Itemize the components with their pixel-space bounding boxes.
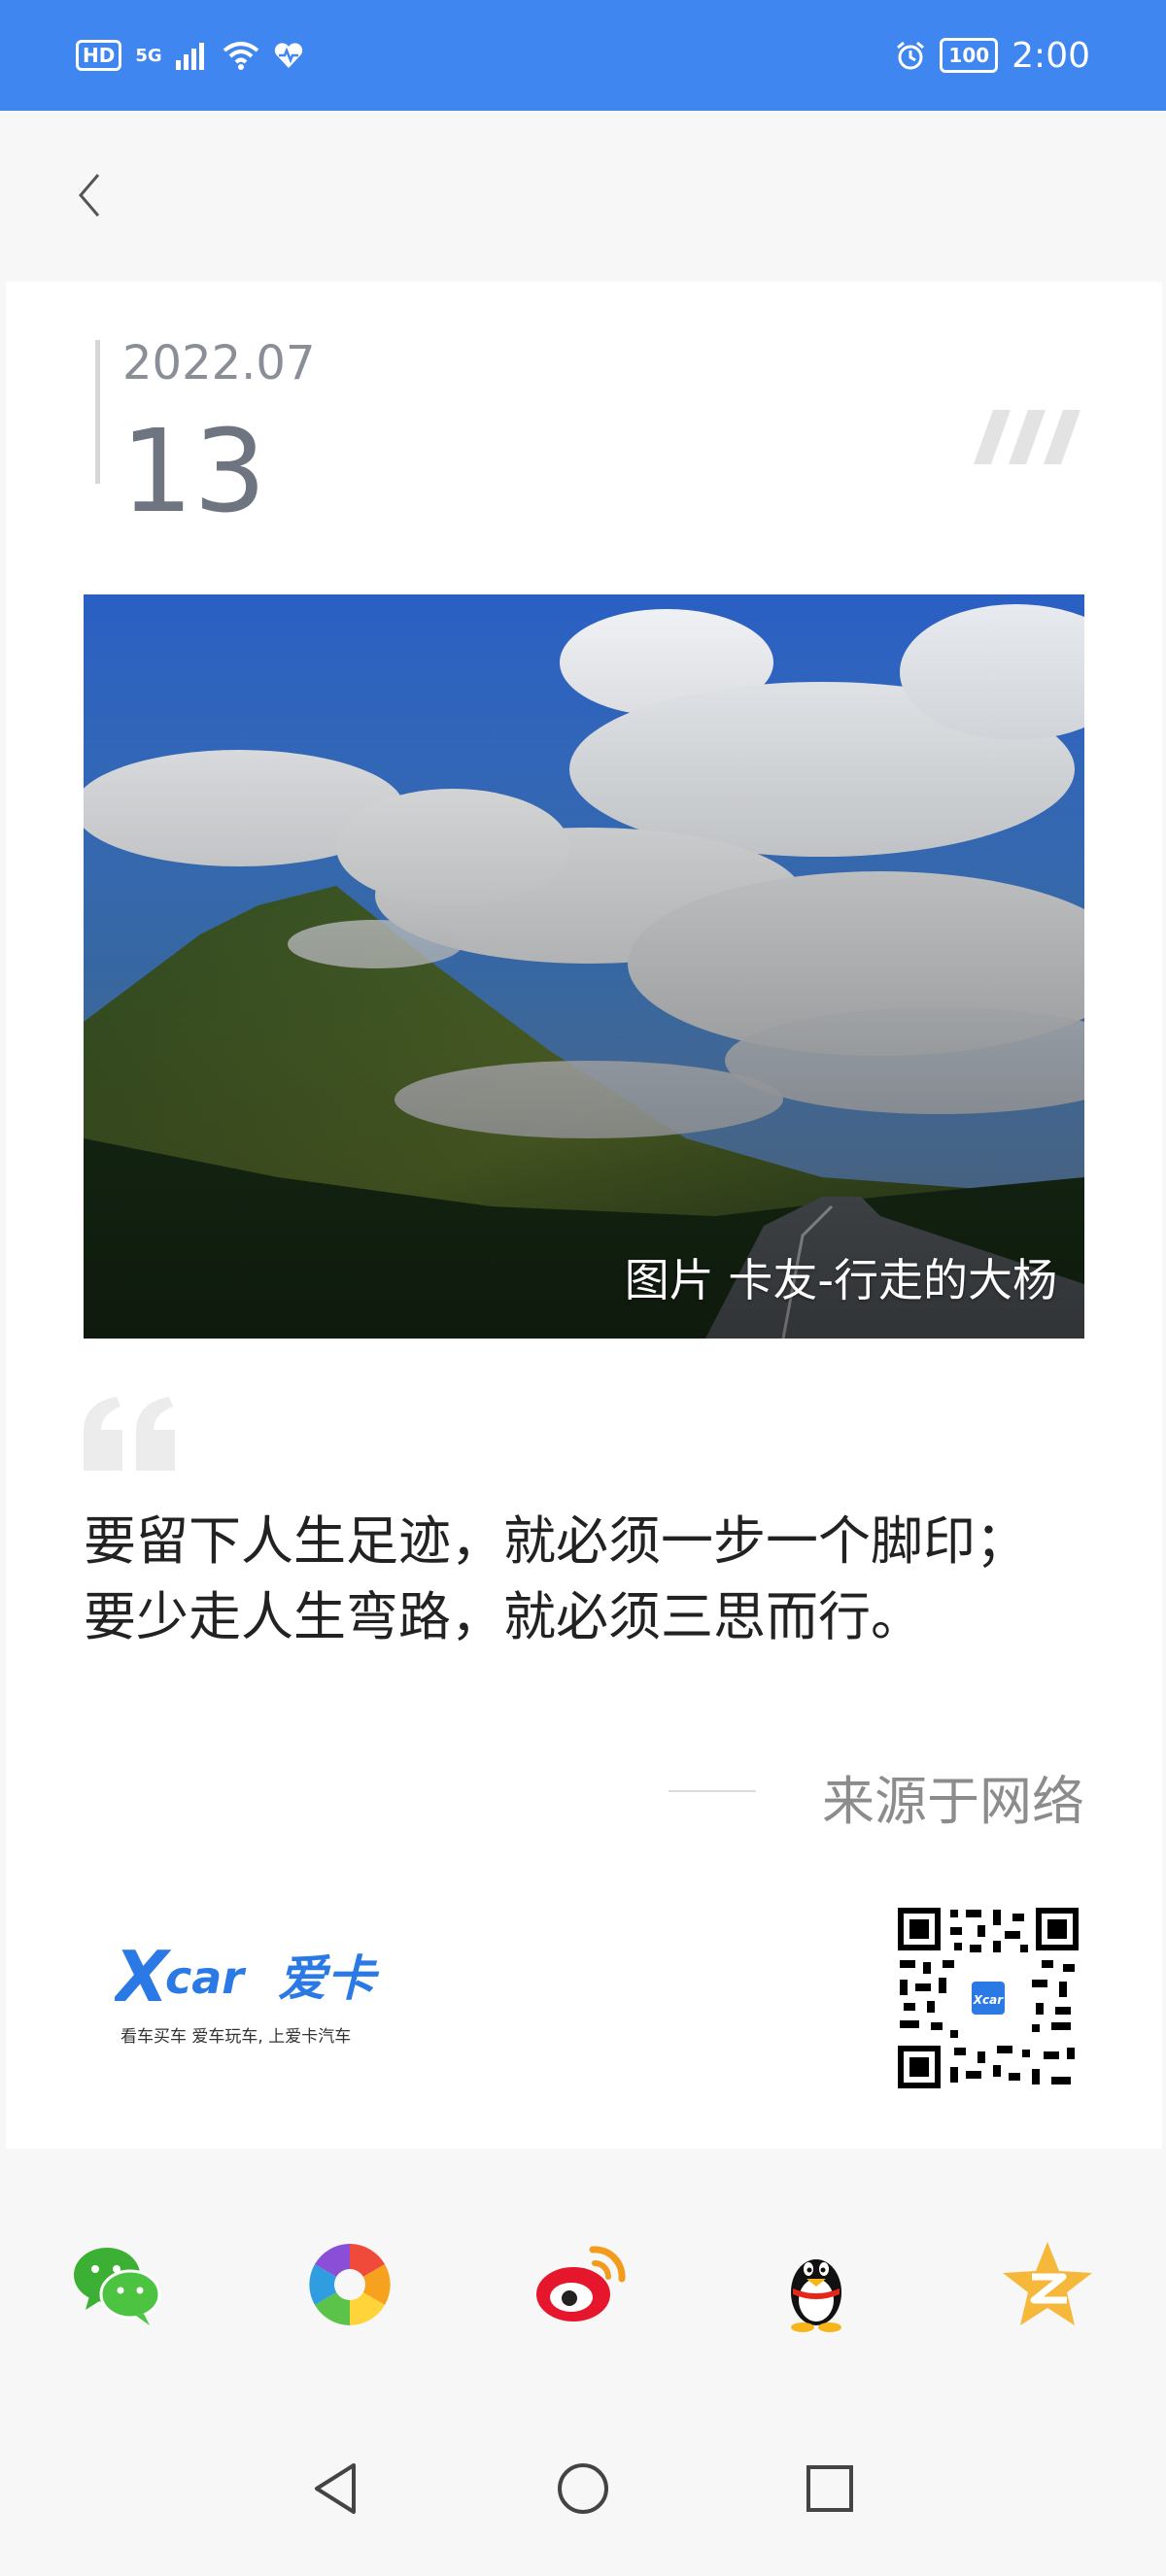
wechat-icon [74, 2248, 161, 2325]
mountain-road-image [84, 594, 1084, 1339]
photo-caption: 图片 卡友-行走的大杨 [624, 1254, 1057, 1306]
quote-mark-icon [84, 1397, 175, 1471]
date-year-month: 2022.07 [122, 336, 316, 390]
svg-text:car: car [165, 1951, 247, 2004]
chevron-left-icon [79, 174, 100, 217]
slash-decoration-icon [974, 410, 1080, 464]
wifi-icon [223, 42, 258, 70]
nav-recents-button[interactable] [791, 2450, 869, 2527]
clock: 2:00 [1012, 35, 1090, 76]
scenery-photo: 图片 卡友-行走的大杨 [84, 594, 1084, 1339]
nav-back-button[interactable] [297, 2450, 375, 2527]
alarm-icon [897, 41, 925, 70]
logo-tagline: 看车买车 爱车玩车, 上爱卡汽车 [120, 2027, 352, 2047]
svg-text:爱卡: 爱卡 [278, 1950, 380, 2007]
battery-icon: 100 [940, 38, 999, 73]
weibo-icon [536, 2246, 626, 2322]
share-bar [0, 2149, 1166, 2401]
qzone-share-button[interactable] [999, 2236, 1096, 2333]
xcar-logo: X car 爱卡 看车买车 爱车玩车, 上爱卡汽车 [111, 1933, 396, 2059]
health-icon [274, 43, 302, 68]
weibo-share-button[interactable] [532, 2236, 630, 2333]
moments-share-button[interactable] [301, 2236, 398, 2333]
status-right: 100 2:00 [895, 36, 1090, 76]
system-nav-bar [0, 2401, 1166, 2576]
qr-code: Xcar [896, 1906, 1080, 2090]
circle-home-icon [558, 2463, 608, 2514]
moments-icon [309, 2244, 391, 2325]
daily-quote-card: 2022.07 13 图片 卡友-行走的大杨 要留下人生足迹，就必须一步一个脚印… [6, 282, 1162, 2149]
quote-source: 来源于网络 [822, 1771, 1084, 1832]
back-button[interactable] [60, 163, 119, 227]
wechat-share-button[interactable] [68, 2236, 165, 2333]
date-day: 13 [120, 404, 267, 538]
header [0, 111, 1166, 280]
triangle-back-icon [315, 2463, 356, 2514]
hd-indicator: HD [76, 40, 122, 71]
date-divider [95, 340, 100, 484]
status-left: HD 5G [76, 40, 304, 71]
svg-text:X: X [115, 1936, 172, 2017]
source-divider [669, 1790, 756, 1792]
square-recents-icon [806, 2465, 853, 2512]
network-type: 5G [135, 45, 162, 66]
nav-home-button[interactable] [544, 2450, 622, 2527]
qzone-icon [1003, 2242, 1092, 2325]
status-bar: HD 5G 100 2:00 [0, 0, 1166, 111]
svg-text:Xcar: Xcar [973, 1993, 1004, 2007]
qq-share-button[interactable] [768, 2236, 865, 2333]
xcar-logo-mark: X car 爱卡 [111, 1936, 380, 2017]
quote-text: 要留下人生足迹，就必须一步一个脚印；要少走人生弯路，就必须三思而行。 [84, 1510, 1028, 1647]
signal-icon [175, 43, 204, 70]
qq-icon [791, 2259, 841, 2332]
